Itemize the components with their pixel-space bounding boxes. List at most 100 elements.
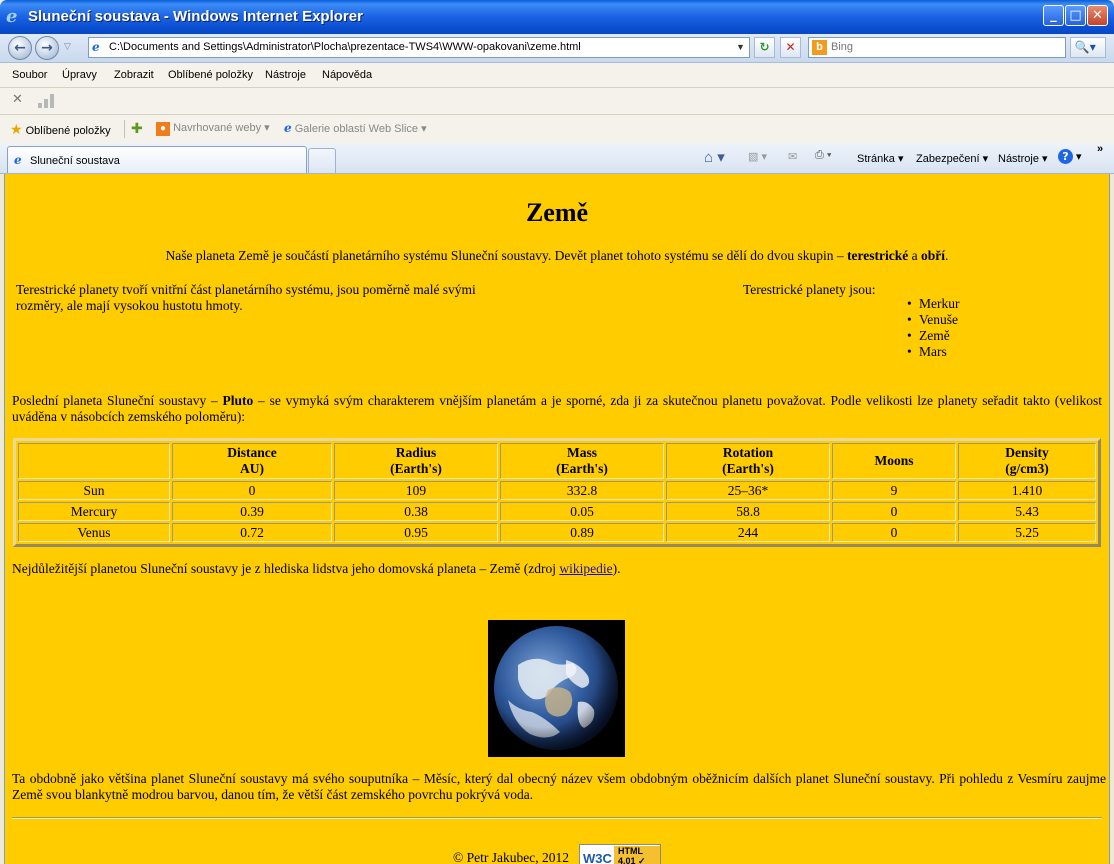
- security-menu-label: Zabezpečení: [916, 153, 980, 165]
- chevron-more-icon[interactable]: »: [1097, 143, 1103, 155]
- header-label: Radius: [395, 445, 437, 460]
- header-unit: (g/cm3): [1005, 461, 1049, 476]
- search-box[interactable]: b: [808, 37, 1066, 58]
- list-item: Merkur: [907, 296, 960, 312]
- terrestrial-list-label: Terestrické planety jsou:: [743, 282, 876, 297]
- table-cell: 0.95: [334, 523, 498, 542]
- menu-help[interactable]: Nápověda: [322, 69, 372, 81]
- new-tab-button[interactable]: [308, 148, 336, 173]
- favorites-star-icon: ★: [10, 121, 23, 137]
- footer-copyright: © Petr Jakubec, 2012: [453, 850, 569, 864]
- list-item: Venuše: [907, 312, 960, 328]
- header-mass: Mass (Earth's): [500, 443, 664, 479]
- security-menu-button[interactable]: Zabezpečení ▾: [916, 152, 988, 165]
- table-cell: 1.410: [958, 481, 1096, 500]
- terrestrial-description: Terestrické planety tvoří vnitřní část p…: [16, 282, 476, 313]
- header-label: Density: [1005, 445, 1049, 460]
- print-icon[interactable]: ⎙ ▾: [815, 149, 831, 162]
- header-rotation: Rotation (Earth's): [666, 443, 830, 479]
- header-unit: AU): [240, 461, 264, 476]
- add-favorites-icon[interactable]: ✚: [131, 120, 143, 137]
- forward-button[interactable]: →: [35, 36, 59, 60]
- pluto-text-before: Poslední planeta Sluneční soustavy –: [12, 393, 223, 408]
- table-row: Venus 0.72 0.95 0.89 244 0 5.25: [18, 523, 1096, 542]
- suggested-sites-icon: ●: [156, 122, 170, 136]
- address-text: C:\Documents and Settings\Administrator\…: [109, 41, 581, 53]
- table-cell: 5.43: [958, 502, 1096, 521]
- page-menu-button[interactable]: Stránka ▾: [857, 152, 904, 165]
- tools-menu-button[interactable]: Nástroje ▾: [998, 152, 1048, 165]
- help-icon: ?: [1058, 149, 1073, 164]
- tab-strip: e Sluneční soustava ⌂ ▾ ▧ ▾ ✉ ⎙ ▾ Stránk…: [0, 143, 1114, 174]
- web-slice-label: Galerie oblastí Web Slice: [294, 123, 419, 135]
- earth-image: [488, 620, 625, 757]
- header-label: Moons: [874, 453, 914, 468]
- intro-end: .: [945, 248, 949, 263]
- suggested-sites-button[interactable]: ● Navrhované weby ▾: [156, 121, 270, 136]
- menu-tools[interactable]: Nástroje: [265, 69, 306, 81]
- intro-paragraph: Naše planeta Země je součástí planetární…: [5, 248, 1109, 264]
- help-button[interactable]: ? ▾: [1058, 149, 1082, 164]
- stop-button[interactable]: ✕: [780, 37, 801, 58]
- maximize-button[interactable]: □: [1065, 5, 1086, 26]
- table-cell: 0.89: [500, 523, 664, 542]
- table-cell: 25–36*: [666, 481, 830, 500]
- table-cell: 0: [172, 481, 332, 500]
- pluto-bold: Pluto: [222, 393, 254, 408]
- table-cell: 5.25: [958, 523, 1096, 542]
- html-badge-text: HTML 4.01 ✓: [614, 846, 660, 864]
- menu-edit[interactable]: Úpravy: [62, 69, 97, 81]
- bing-icon: b: [812, 40, 827, 55]
- mail-icon[interactable]: ✉: [788, 150, 797, 163]
- search-button[interactable]: 🔍▾: [1070, 37, 1106, 58]
- address-dropdown-icon[interactable]: ▼: [734, 40, 747, 55]
- w3c-html-badge[interactable]: W3C HTML 4.01 ✓: [579, 844, 661, 864]
- menu-view[interactable]: Zobrazit: [114, 69, 154, 81]
- web-slice-icon: e: [284, 121, 292, 135]
- close-button[interactable]: ✕: [1087, 5, 1108, 26]
- separator: [124, 120, 125, 138]
- table-cell: 9: [832, 481, 956, 500]
- tab-label: Sluneční soustava: [30, 155, 120, 167]
- window-titlebar: e Sluneční soustava - Windows Internet E…: [0, 0, 1114, 34]
- addon-toolbar: ✕: [0, 88, 1114, 115]
- header-distance: Distance AU): [172, 443, 332, 479]
- header-density: Density (g/cm3): [958, 443, 1096, 479]
- search-input[interactable]: [831, 39, 1051, 55]
- planet-table: Distance AU) Radius (Earth's) Mass (Earth's…: [13, 438, 1101, 547]
- refresh-button[interactable]: ↻: [754, 37, 775, 58]
- table-cell: 109: [334, 481, 498, 500]
- pluto-paragraph: Poslední planeta Sluneční soustavy – Plu…: [12, 393, 1102, 425]
- close-toolbar-icon[interactable]: ✕: [12, 92, 23, 107]
- intro-bold-giant: obří: [921, 248, 946, 263]
- favorites-button[interactable]: ★ Oblíbené položky: [10, 121, 111, 138]
- table-cell: 0: [832, 502, 956, 521]
- tab-active[interactable]: e Sluneční soustava: [7, 146, 307, 173]
- intro-text: Naše planeta Země je součástí planetární…: [165, 248, 848, 263]
- history-dropdown-icon[interactable]: ▽: [64, 42, 71, 52]
- web-slice-button[interactable]: e Galerie oblastí Web Slice ▾: [284, 121, 427, 135]
- menu-file[interactable]: Soubor: [12, 69, 47, 81]
- table-cell: 0.39: [172, 502, 332, 521]
- page-title: Země: [525, 198, 589, 227]
- minimize-button[interactable]: _: [1043, 5, 1064, 26]
- html-badge-label: HTML: [618, 846, 643, 856]
- header-empty: [18, 443, 170, 479]
- header-moons: Moons: [832, 443, 956, 479]
- menu-favorites[interactable]: Oblíbené položky: [168, 69, 253, 81]
- back-button[interactable]: ←: [8, 36, 32, 60]
- menu-bar: Soubor Úpravy Zobrazit Oblíbené položky …: [0, 63, 1114, 88]
- feeds-icon[interactable]: ▧ ▾: [748, 150, 767, 163]
- wikipedia-link[interactable]: wikipedie: [559, 561, 612, 576]
- favorites-label: Oblíbené položky: [25, 125, 111, 137]
- home-icon[interactable]: ⌂ ▾: [704, 148, 725, 166]
- address-input[interactable]: e C:\Documents and Settings\Administrato…: [88, 37, 750, 58]
- favorites-bar: ★ Oblíbené položky ✚ ● Navrhované weby ▾…: [0, 115, 1114, 144]
- terrestrial-planet-list: Merkur Venuše Země Mars: [907, 296, 960, 360]
- tools-menu-label: Nástroje: [998, 153, 1039, 165]
- page-menu-label: Stránka: [857, 153, 895, 165]
- table-cell: 0.38: [334, 502, 498, 521]
- table-header-row: Distance AU) Radius (Earth's) Mass (Earth's…: [18, 443, 1096, 479]
- table-cell: 58.8: [666, 502, 830, 521]
- intro-text-and: a: [908, 248, 922, 263]
